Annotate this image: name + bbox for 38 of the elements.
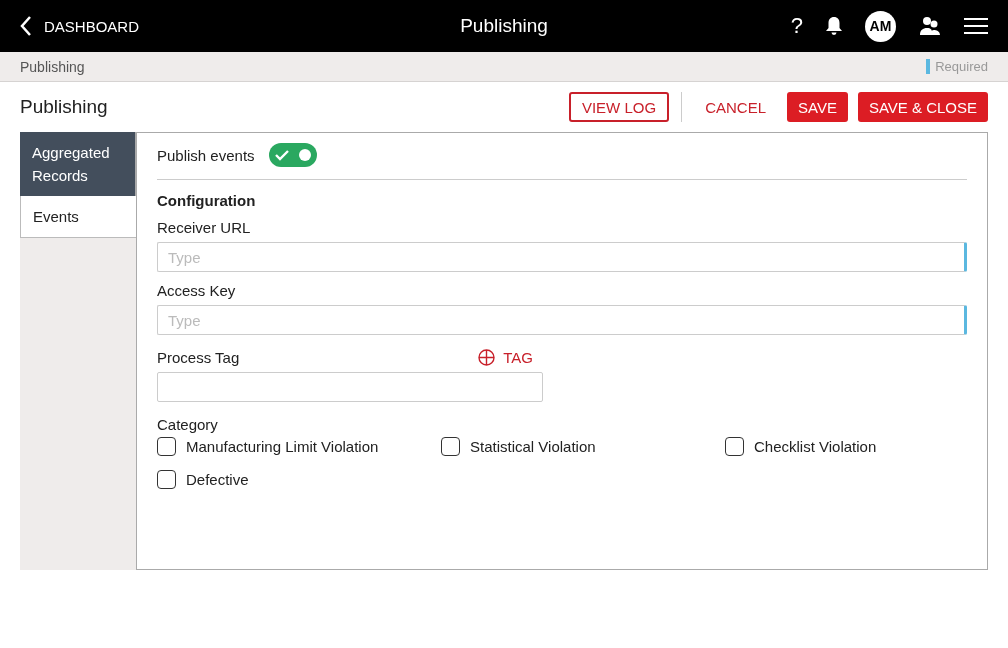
- checkbox[interactable]: [157, 470, 176, 489]
- field-label: Process Tag: [157, 349, 240, 366]
- back-button[interactable]: DASHBOARD: [20, 15, 140, 37]
- breadcrumb: Publishing: [20, 58, 85, 75]
- check-icon: [274, 149, 289, 161]
- chevron-left-icon: [20, 15, 32, 37]
- plus-circle-icon: [478, 349, 496, 366]
- checkbox-label: Statistical Violation: [470, 438, 596, 455]
- input-field[interactable]: Type: [157, 242, 967, 272]
- input-field[interactable]: Type: [157, 305, 967, 335]
- help-button[interactable]: ?: [790, 13, 803, 39]
- required-legend: Required: [926, 59, 988, 74]
- bell-icon[interactable]: [825, 16, 843, 36]
- checkbox[interactable]: [157, 437, 176, 456]
- action-button[interactable]: SAVE: [787, 92, 848, 122]
- users-icon[interactable]: [918, 15, 942, 37]
- add-tag-button[interactable]: TAG: [478, 349, 533, 366]
- checkbox-label: Checklist Violation: [754, 438, 877, 455]
- menu-icon[interactable]: [964, 17, 988, 35]
- header-title: Publishing: [460, 15, 548, 37]
- checkbox[interactable]: [441, 437, 460, 456]
- field-label: Category: [157, 416, 219, 433]
- checkbox-label: Manufacturing Limit Violation: [186, 438, 379, 455]
- publish-toggle[interactable]: [268, 143, 317, 167]
- side-tab[interactable]: Events: [20, 196, 136, 238]
- action-button[interactable]: CANCEL: [694, 92, 777, 122]
- section-title: Configuration: [157, 192, 257, 209]
- action-button[interactable]: SAVE & CLOSE: [857, 92, 988, 122]
- action-button[interactable]: VIEW LOG: [568, 92, 670, 122]
- toggle-label: Publish events: [157, 146, 255, 164]
- input-field[interactable]: [157, 372, 543, 402]
- checkbox[interactable]: [725, 437, 744, 456]
- side-tab[interactable]: Aggregated Records: [20, 132, 136, 196]
- field-label: Access Key: [157, 282, 237, 299]
- field-label: Receiver URL: [157, 219, 252, 236]
- checkbox-label: Defective: [186, 471, 249, 488]
- user-avatar[interactable]: AM: [865, 10, 896, 42]
- page-title: Publishing: [20, 96, 108, 118]
